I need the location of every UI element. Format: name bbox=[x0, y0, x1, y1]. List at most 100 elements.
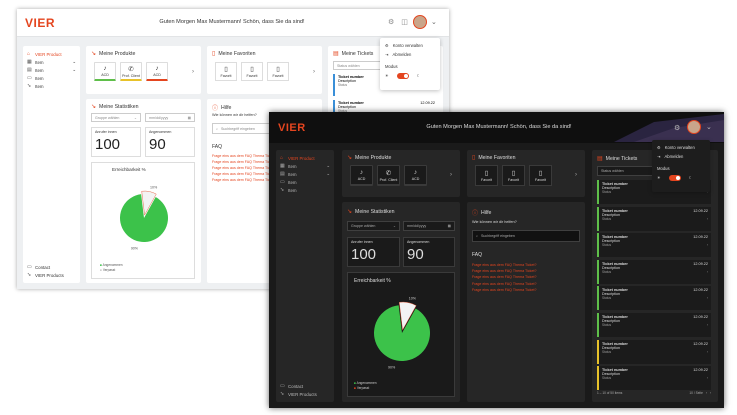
chat-icon: ▭ bbox=[280, 383, 285, 389]
per-page-select[interactable]: 10 / Seite bbox=[689, 391, 702, 395]
calendar-icon: ▦ bbox=[280, 163, 285, 169]
sidebar-item-vier-product[interactable]: ⌂ VIER Product bbox=[23, 50, 80, 58]
statistics-card: ↘ Meine Statistiken Gruppe wählen ⌄ mm/dd/… bbox=[342, 202, 460, 402]
faq-link[interactable]: Frage eins aus dem FAQ Thema Ticket? bbox=[472, 281, 536, 287]
favorite-tile[interactable]: ▯ Favorit bbox=[475, 165, 498, 186]
sidebar-item[interactable]: ▤ Item ⌄ bbox=[276, 170, 334, 178]
favorite-tile[interactable]: ▯ Favorit bbox=[241, 62, 263, 81]
chevron-right-icon[interactable]: › bbox=[710, 391, 711, 395]
top-bar: VIER Guten Morgen Max Mustermann! Schön,… bbox=[17, 9, 449, 37]
card-title: ↘ Meine Statistiken bbox=[91, 103, 139, 111]
pie-label-angenommen: 90% bbox=[131, 246, 139, 250]
faq-link[interactable]: Frage eins aus dem FAQ Thema Ticket? bbox=[212, 177, 276, 183]
settings-icon[interactable]: ⚙ bbox=[388, 18, 394, 26]
group-select[interactable]: Gruppe wählen ⌄ bbox=[347, 221, 400, 231]
products-card: ↘ Meine Produkte ♪ ACD ✆ Prof. Client ♪ ACD … bbox=[342, 150, 460, 197]
stat-called: Anrufer innen 100 bbox=[347, 237, 400, 267]
sidebar-item-vier-product[interactable]: ⌂ VIER Product bbox=[276, 154, 334, 162]
bookmark-icon: ▯ bbox=[250, 66, 254, 73]
settings-icon[interactable]: ⚙ bbox=[674, 124, 680, 132]
phone-icon: ✆ bbox=[385, 169, 392, 177]
ticket-list: Ticket number12.09.22 Description Status… bbox=[597, 180, 711, 391]
favorite-tile[interactable]: ▯ Favorit bbox=[215, 62, 237, 81]
card-title: ▤ Meine Tickets bbox=[333, 50, 374, 58]
logo[interactable]: VIER bbox=[278, 122, 306, 134]
faq-link[interactable]: Frage eins aus dem FAQ Thema Ticket? bbox=[472, 287, 536, 293]
menu-item-logout[interactable]: ⇥ Abmelden bbox=[652, 152, 710, 161]
product-tile[interactable]: ♪ ACD bbox=[94, 62, 116, 81]
chevron-right-icon[interactable]: › bbox=[313, 69, 315, 75]
chevron-down-icon[interactable]: ⌄ bbox=[706, 123, 712, 131]
mode-toggle[interactable] bbox=[396, 72, 409, 79]
ticket-item[interactable]: Ticket number12.09.22 Description Status… bbox=[597, 286, 711, 311]
ticket-item[interactable]: Ticket number12.09.22 Description Status… bbox=[597, 206, 711, 231]
home-icon: ⌂ bbox=[280, 155, 284, 161]
bell-icon[interactable]: ◫ bbox=[401, 18, 408, 26]
top-bar: VIER Guten Morgen Max Mustermann! Schön,… bbox=[269, 112, 724, 143]
chevron-left-icon[interactable]: ‹ bbox=[706, 391, 707, 395]
ticket-item[interactable]: Ticket number12.09.22 Description Status… bbox=[597, 312, 711, 337]
legend-swatch: ■ bbox=[100, 267, 102, 272]
sidebar-item[interactable]: ▦ Item ⌄ bbox=[23, 58, 80, 66]
favorite-tile[interactable]: ▯ Favorit bbox=[267, 62, 289, 81]
chat-icon: ▭ bbox=[280, 179, 285, 185]
mode-toggle[interactable] bbox=[668, 174, 681, 181]
avatar[interactable] bbox=[413, 15, 427, 29]
chevron-right-icon[interactable]: › bbox=[450, 172, 452, 178]
moon-icon: ☾ bbox=[416, 73, 421, 78]
sidebar-item-contact[interactable]: ▭ Contact bbox=[23, 263, 64, 271]
help-question: Wie können wir dir helfen? bbox=[472, 220, 517, 224]
group-select[interactable]: Gruppe wählen ⌄ bbox=[91, 113, 141, 122]
sidebar-item[interactable]: ▭ Item bbox=[276, 178, 334, 186]
sidebar-item[interactable]: ➘ Item bbox=[276, 186, 334, 194]
help-search-input[interactable]: ⌕ Suchbegriff eingeben bbox=[472, 230, 580, 242]
sidebar-item-contact[interactable]: ▭ Contact bbox=[276, 382, 317, 390]
pointer-icon: ➘ bbox=[27, 272, 32, 278]
status-filter[interactable]: Status wählen bbox=[597, 166, 657, 176]
sidebar-item[interactable]: ▦ Item ⌄ bbox=[276, 162, 334, 170]
bookmark-icon: ▯ bbox=[538, 170, 543, 177]
bookmark-icon: ▯ bbox=[212, 51, 216, 57]
dark-mode-screenshot: VIER Guten Morgen Max Mustermann! Schön,… bbox=[269, 112, 724, 408]
chevron-right-icon[interactable]: › bbox=[192, 69, 194, 75]
date-input[interactable]: mm/dd/yyyy ▦ bbox=[403, 221, 455, 231]
chevron-down-icon[interactable]: ⌄ bbox=[431, 18, 437, 26]
chevron-down-icon: ⌄ bbox=[133, 115, 137, 120]
card-title: ↘ Meine Statistiken bbox=[347, 208, 395, 216]
sidebar-item[interactable]: ▤ Item ⌄ bbox=[23, 66, 80, 74]
ticket-item[interactable]: Ticket number12.09.22 Description Status… bbox=[597, 339, 711, 364]
menu-item-account[interactable]: ⚙ Konto verwalten bbox=[380, 41, 440, 50]
product-tile[interactable]: ✆ Prof. Client bbox=[120, 62, 142, 81]
search-icon: ⌕ bbox=[476, 234, 479, 238]
product-tile[interactable]: ♪ ACD bbox=[404, 165, 427, 186]
card-title: ↘ Meine Produkte bbox=[347, 154, 392, 162]
card-title: ↘ Meine Produkte bbox=[91, 50, 136, 58]
menu-item-logout[interactable]: ⇥ Abmelden bbox=[380, 50, 440, 59]
ticket-item[interactable]: Ticket number12.09.22 Description Status… bbox=[597, 366, 711, 391]
pagination: 1 – 10 of 50 items 10 / Seite ‹ › bbox=[597, 391, 711, 395]
favorites-card: ▯ Meine Favoriten ▯ Favorit ▯ Favorit ▯ Favo… bbox=[467, 150, 585, 197]
legend-swatch: ■ bbox=[354, 381, 356, 385]
ticket-item[interactable]: Ticket number12.09.22 Description Status… bbox=[597, 259, 711, 284]
sidebar-item-vier-products[interactable]: ➘ VIER Products bbox=[23, 271, 64, 279]
sidebar-item[interactable]: ▭ Item bbox=[23, 74, 80, 82]
pie-label-verpasst: 10% bbox=[409, 297, 417, 301]
product-tile[interactable]: ♪ ACD bbox=[146, 62, 168, 81]
faq-link[interactable]: Frage eins aus dem FAQ Thema Ticket? bbox=[472, 274, 536, 280]
avatar[interactable] bbox=[687, 120, 701, 134]
pointer-icon: ➘ bbox=[27, 83, 32, 89]
mode-switch: ☀ ☾ bbox=[380, 71, 440, 80]
ticket-item[interactable]: Ticket number12.09.22 Description Status… bbox=[597, 233, 711, 258]
favorite-tile[interactable]: ▯ Favorit bbox=[529, 165, 552, 186]
date-input[interactable]: mm/dd/yyyy ▦ bbox=[145, 113, 195, 122]
product-tile[interactable]: ✆ Prof. Client bbox=[377, 165, 400, 186]
logo[interactable]: VIER bbox=[25, 16, 55, 30]
chevron-right-icon: › bbox=[706, 216, 708, 221]
product-tile[interactable]: ♪ ACD bbox=[350, 165, 373, 186]
legend-item: ■ Verpasst bbox=[100, 267, 116, 272]
sidebar-item[interactable]: ➘ Item bbox=[23, 82, 80, 90]
sidebar-item-vier-products[interactable]: ➘ VIER Products bbox=[276, 390, 317, 398]
favorite-tile[interactable]: ▯ Favorit bbox=[502, 165, 525, 186]
chevron-right-icon[interactable]: › bbox=[575, 172, 577, 178]
menu-item-account[interactable]: ⚙ Konto verwalten bbox=[652, 143, 710, 152]
